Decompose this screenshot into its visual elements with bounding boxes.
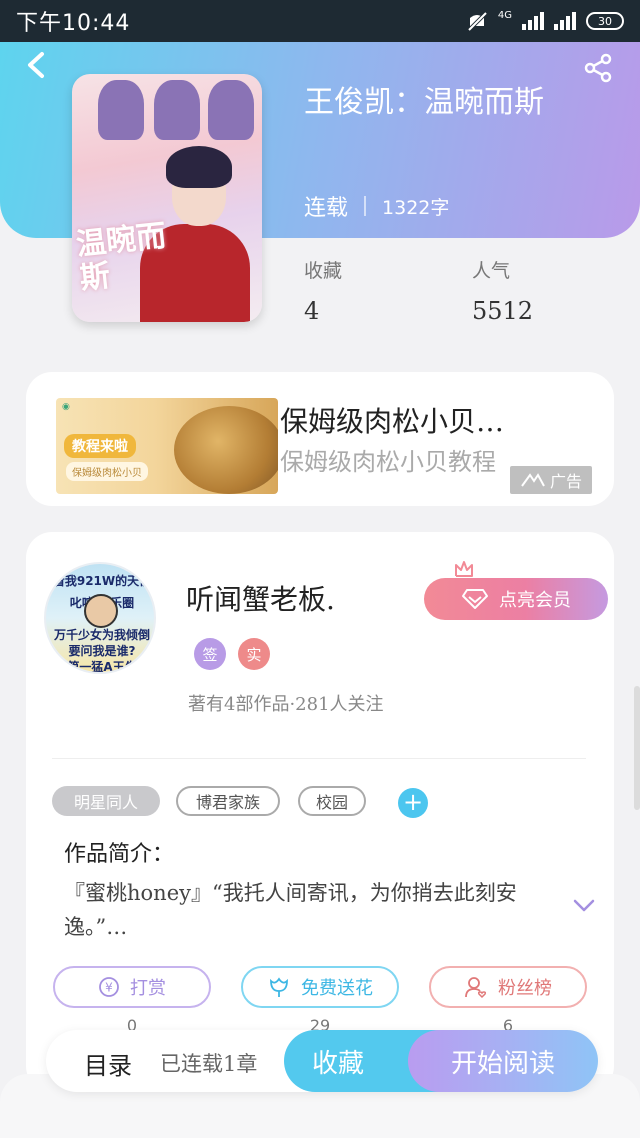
collect-stat-value: 4 <box>304 297 320 325</box>
cover-figure <box>154 80 200 140</box>
user-heart-icon <box>465 977 487 999</box>
ad-image-headline: 教程来啦 <box>64 434 136 458</box>
vip-button[interactable]: 点亮会员 <box>424 578 608 620</box>
intro-text: 『蜜桃honey』“我托人间寄讯，为你捎去此刻安逸。”… <box>64 881 517 939</box>
book-title: 王俊凯：温晼而斯 <box>304 85 544 120</box>
popularity-stat-value: 5512 <box>472 297 534 325</box>
start-reading-button[interactable]: 开始阅读 <box>408 1030 598 1092</box>
scrollbar[interactable] <box>634 686 640 810</box>
crown-icon <box>455 561 473 577</box>
back-button[interactable] <box>22 50 52 80</box>
cover-figure <box>98 80 144 140</box>
mute-icon <box>467 11 488 32</box>
collect-stat: 收藏 4 <box>304 256 342 325</box>
ad-image: ◉ 教程来啦 保姆级肉松小贝 <box>56 398 278 494</box>
vip-button-label: 点亮会员 <box>499 590 571 611</box>
battery-icon: 30 <box>586 12 624 30</box>
reward-button[interactable]: ¥ 打赏 <box>53 966 211 1008</box>
avatar-text-line: 要问我是谁? <box>68 644 136 658</box>
cover-title: 温晼而斯 <box>74 218 168 297</box>
ad-title[interactable]: 保姆级肉松小贝… <box>280 400 504 440</box>
status-icons: 4G 30 <box>466 10 624 32</box>
cover-figure <box>208 80 254 140</box>
meta-divider <box>364 196 367 216</box>
toc-button[interactable]: 目录 <box>84 1046 132 1081</box>
cover-figure-hair <box>166 146 232 188</box>
popularity-stat-label: 人气 <box>472 260 511 282</box>
ad-logo-icon <box>521 473 545 487</box>
free-flower-button-label: 免费送花 <box>301 978 373 999</box>
signal-icon <box>522 12 544 30</box>
word-count: 1322字 <box>382 196 450 219</box>
flower-icon <box>270 977 288 997</box>
tag-item[interactable]: 博君家族 <box>176 786 280 816</box>
ad-badge: 广告 <box>510 466 592 494</box>
ad-logo: ◉ <box>62 402 70 412</box>
network-type: 4G <box>497 9 512 21</box>
verified-badge: 实 <box>238 638 270 670</box>
author-avatar[interactable]: 看我921W的天份 叱咤 娱乐圈 万千少女为我倾倒 要问我是谁? 第一猛A王先 <box>44 562 156 674</box>
add-tag-button[interactable]: + <box>398 788 428 818</box>
book-status: 连载 <box>304 196 349 221</box>
ad-description: 保姆级肉松小贝教程 <box>280 448 496 476</box>
svg-text:¥: ¥ <box>105 981 113 995</box>
reward-button-label: 打赏 <box>130 978 166 999</box>
signal-icon-2 <box>554 12 576 30</box>
avatar-text-line: 第一猛A王先 <box>67 660 137 674</box>
toc-status[interactable]: 已连载1章 <box>160 1048 257 1078</box>
avatar-text-line: 看我921W的天份 <box>52 574 152 588</box>
battery-level: 30 <box>598 14 612 28</box>
fan-ranking-button[interactable]: 粉丝榜 <box>429 966 587 1008</box>
ad-image-sub: 保姆级肉松小贝 <box>66 462 148 481</box>
status-bar: 下午10:44 4G 30 <box>0 0 640 42</box>
free-flower-button[interactable]: 免费送花 <box>241 966 399 1008</box>
avatar-face <box>84 594 118 628</box>
intro-label: 作品简介： <box>64 842 175 867</box>
diamond-icon <box>462 589 488 609</box>
author-meta: 著有4部作品·281人关注 <box>188 694 384 715</box>
book-cover[interactable]: 温晼而斯 <box>72 74 262 322</box>
book-meta: 连载 1322字 <box>304 190 449 222</box>
chevron-down-icon[interactable] <box>572 898 596 914</box>
popularity-stat: 人气 5512 <box>472 256 533 325</box>
divider <box>52 758 586 759</box>
chevron-left-icon <box>28 52 44 78</box>
fan-ranking-button-label: 粉丝榜 <box>498 978 552 999</box>
avatar-text-line: 万千少女为我倾倒 <box>53 628 150 642</box>
tag-item[interactable]: 明星同人 <box>52 786 160 816</box>
collect-stat-label: 收藏 <box>304 260 343 282</box>
tag-item[interactable]: 校园 <box>298 786 366 816</box>
status-time: 下午10:44 <box>16 11 131 36</box>
ad-badge-label: 广告 <box>549 472 582 491</box>
ad-food-image <box>174 406 278 494</box>
author-name[interactable]: 听闻蟹老板. <box>186 578 335 618</box>
signed-badge: 签 <box>194 638 226 670</box>
yen-coin-icon: ¥ <box>99 977 119 997</box>
